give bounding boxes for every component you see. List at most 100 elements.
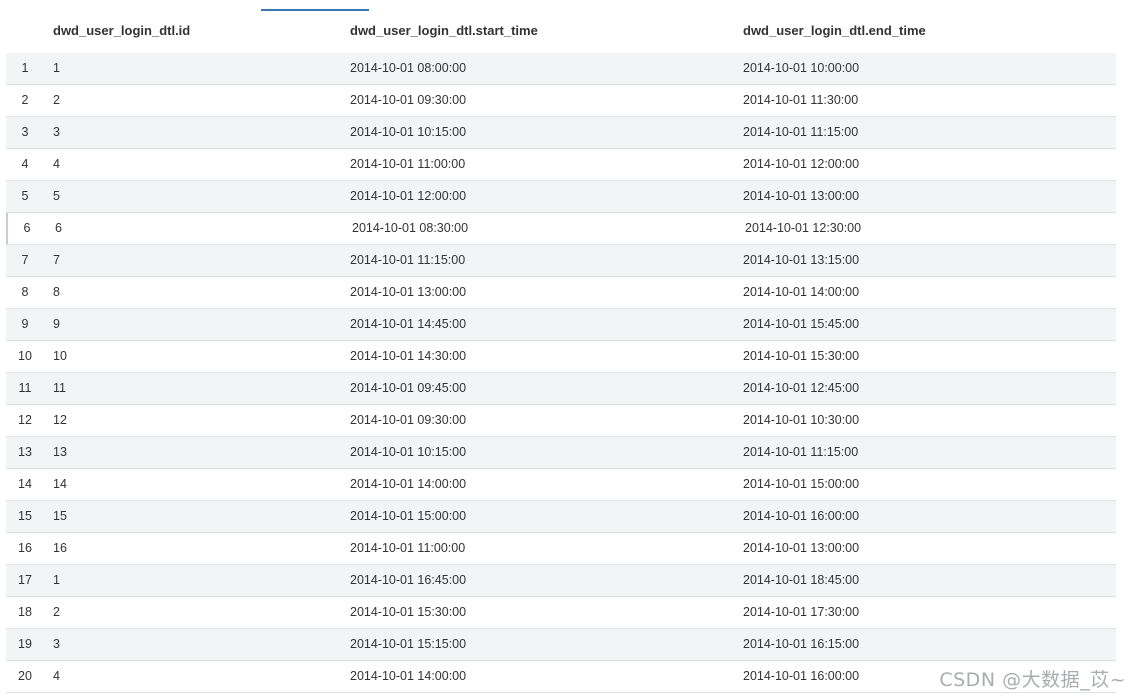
table-row[interactable]: 9 9 2014-10-01 14:45:00 2014-10-01 15:45:00 [6, 309, 1116, 341]
table-row[interactable]: 14 14 2014-10-01 14:00:00 2014-10-01 15:00:… [6, 469, 1116, 501]
table-row[interactable]: 12 12 2014-10-01 09:30:00 2014-10-01 10:30:… [6, 405, 1116, 437]
cell-id: 8 [53, 285, 60, 299]
cell-end-time: 2014-10-01 16:00:00 [743, 509, 860, 523]
row-number: 15 [18, 509, 32, 523]
cell-start-time: 2014-10-01 12:00:00 [350, 189, 467, 203]
table-row[interactable]: 10 10 2014-10-01 14:30:00 2014-10-01 15:30:… [6, 341, 1116, 373]
cell-id: 12 [53, 413, 67, 427]
column-header-start-time[interactable]: dwd_user_login_dtl.start_time [350, 12, 538, 52]
cell-start-time: 2014-10-01 11:00:00 [350, 157, 466, 171]
cell-end-time: 2014-10-01 16:00:00 [743, 669, 860, 683]
cell-start-time: 2014-10-01 09:30:00 [350, 413, 467, 427]
cell-end-time: 2014-10-01 13:00:00 [743, 189, 860, 203]
row-number: 12 [18, 413, 32, 427]
row-number: 19 [18, 637, 32, 651]
cell-end-time: 2014-10-01 15:30:00 [743, 349, 860, 363]
table-row[interactable]: 16 16 2014-10-01 11:00:00 2014-10-01 13:00:… [6, 533, 1116, 565]
row-number: 9 [21, 317, 29, 331]
cell-start-time: 2014-10-01 09:30:00 [350, 93, 467, 107]
cell-id: 2 [53, 93, 60, 107]
table-row[interactable]: 8 8 2014-10-01 13:00:00 2014-10-01 14:00:00 [6, 277, 1116, 309]
table-row[interactable]: 2 2 2014-10-01 09:30:00 2014-10-01 11:30:00 [6, 85, 1116, 117]
cell-id: 13 [53, 445, 67, 459]
row-number: 20 [18, 669, 32, 683]
cell-id: 1 [53, 61, 60, 75]
table-row[interactable]: 5 5 2014-10-01 12:00:00 2014-10-01 13:00:00 [6, 181, 1116, 213]
table-row[interactable]: 13 13 2014-10-01 10:15:00 2014-10-01 11:15:… [6, 437, 1116, 469]
cell-end-time: 2014-10-01 15:00:00 [743, 477, 860, 491]
row-number: 3 [21, 125, 29, 139]
cell-id: 2 [53, 605, 60, 619]
cell-end-time: 2014-10-01 15:45:00 [743, 317, 860, 331]
table-row[interactable]: 7 7 2014-10-01 11:15:00 2014-10-01 13:15:00 [6, 245, 1116, 277]
cell-end-time: 2014-10-01 12:00:00 [743, 157, 860, 171]
cell-start-time: 2014-10-01 15:30:00 [350, 605, 467, 619]
cell-id: 16 [53, 541, 67, 555]
cell-id: 14 [53, 477, 67, 491]
cell-id: 10 [53, 349, 67, 363]
table-row[interactable]: 18 2 2014-10-01 15:30:00 2014-10-01 17:30:0… [6, 597, 1116, 629]
cell-start-time: 2014-10-01 14:00:00 [350, 669, 467, 683]
cell-id: 4 [53, 669, 60, 683]
row-number: 2 [21, 93, 29, 107]
cell-end-time: 2014-10-01 12:30:00 [745, 221, 862, 235]
cell-id: 11 [53, 381, 66, 395]
table-row[interactable]: 6 6 2014-10-01 08:30:00 2014-10-01 12:30:00 [6, 213, 1116, 245]
cell-end-time: 2014-10-01 13:00:00 [743, 541, 860, 555]
cell-start-time: 2014-10-01 09:45:00 [350, 381, 467, 395]
cell-end-time: 2014-10-01 17:30:00 [743, 605, 860, 619]
table-row[interactable]: 11 11 2014-10-01 09:45:00 2014-10-01 12:45:… [6, 373, 1116, 405]
row-number: 10 [18, 349, 32, 363]
row-number: 17 [18, 573, 32, 587]
cell-end-time: 2014-10-01 13:15:00 [743, 253, 860, 267]
cell-end-time: 2014-10-01 16:15:00 [743, 637, 860, 651]
cell-start-time: 2014-10-01 14:30:00 [350, 349, 467, 363]
cell-start-time: 2014-10-01 15:15:00 [350, 637, 467, 651]
cell-end-time: 2014-10-01 18:45:00 [743, 573, 860, 587]
cell-start-time: 2014-10-01 16:45:00 [350, 573, 467, 587]
row-number: 13 [18, 445, 32, 459]
column-header-id[interactable]: dwd_user_login_dtl.id [53, 12, 190, 52]
cell-start-time: 2014-10-01 15:00:00 [350, 509, 467, 523]
table-row[interactable]: 19 3 2014-10-01 15:15:00 2014-10-01 16:15:0… [6, 629, 1116, 661]
row-number: 8 [21, 285, 29, 299]
cell-start-time: 2014-10-01 11:00:00 [350, 541, 466, 555]
cell-id: 4 [53, 157, 60, 171]
results-page: dwd_user_login_dtl.id dwd_user_login_dtl… [0, 0, 1130, 698]
table-row[interactable]: 17 1 2014-10-01 16:45:00 2014-10-01 18:45:0… [6, 565, 1116, 597]
cell-start-time: 2014-10-01 13:00:00 [350, 285, 467, 299]
cell-id: 5 [53, 189, 60, 203]
row-number: 11 [18, 381, 32, 395]
row-number: 1 [21, 61, 29, 75]
row-number: 5 [21, 189, 29, 203]
table-row[interactable]: 1 1 2014-10-01 08:00:00 2014-10-01 10:00:00 [6, 53, 1116, 85]
cell-start-time: 2014-10-01 11:15:00 [350, 253, 466, 267]
active-tab-indicator [261, 9, 369, 11]
cell-start-time: 2014-10-01 10:15:00 [350, 445, 467, 459]
cell-end-time: 2014-10-01 11:30:00 [743, 93, 859, 107]
cell-start-time: 2014-10-01 14:45:00 [350, 317, 467, 331]
row-number: 18 [18, 605, 32, 619]
cell-id: 9 [53, 317, 60, 331]
row-number: 7 [21, 253, 29, 267]
row-number: 6 [23, 221, 31, 235]
cell-end-time: 2014-10-01 10:30:00 [743, 413, 860, 427]
table-header: dwd_user_login_dtl.id dwd_user_login_dtl… [6, 12, 1116, 54]
table-row[interactable]: 15 15 2014-10-01 15:00:00 2014-10-01 16:00:… [6, 501, 1116, 533]
cell-start-time: 2014-10-01 10:15:00 [350, 125, 467, 139]
cell-start-time: 2014-10-01 08:00:00 [350, 61, 467, 75]
cell-id: 6 [55, 221, 62, 235]
table-row[interactable]: 3 3 2014-10-01 10:15:00 2014-10-01 11:15:00 [6, 117, 1116, 149]
cell-end-time: 2014-10-01 12:45:00 [743, 381, 860, 395]
cell-end-time: 2014-10-01 14:00:00 [743, 285, 860, 299]
cell-end-time: 2014-10-01 10:00:00 [743, 61, 860, 75]
row-number: 14 [18, 477, 32, 491]
column-header-end-time[interactable]: dwd_user_login_dtl.end_time [743, 12, 926, 52]
row-number: 16 [18, 541, 32, 555]
table-row[interactable]: 4 4 2014-10-01 11:00:00 2014-10-01 12:00:00 [6, 149, 1116, 181]
cell-start-time: 2014-10-01 08:30:00 [352, 221, 469, 235]
cell-end-time: 2014-10-01 11:15:00 [743, 125, 859, 139]
cell-id: 3 [53, 637, 60, 651]
cell-start-time: 2014-10-01 14:00:00 [350, 477, 467, 491]
csdn-watermark: CSDN @大数据_苡~ [939, 669, 1126, 691]
